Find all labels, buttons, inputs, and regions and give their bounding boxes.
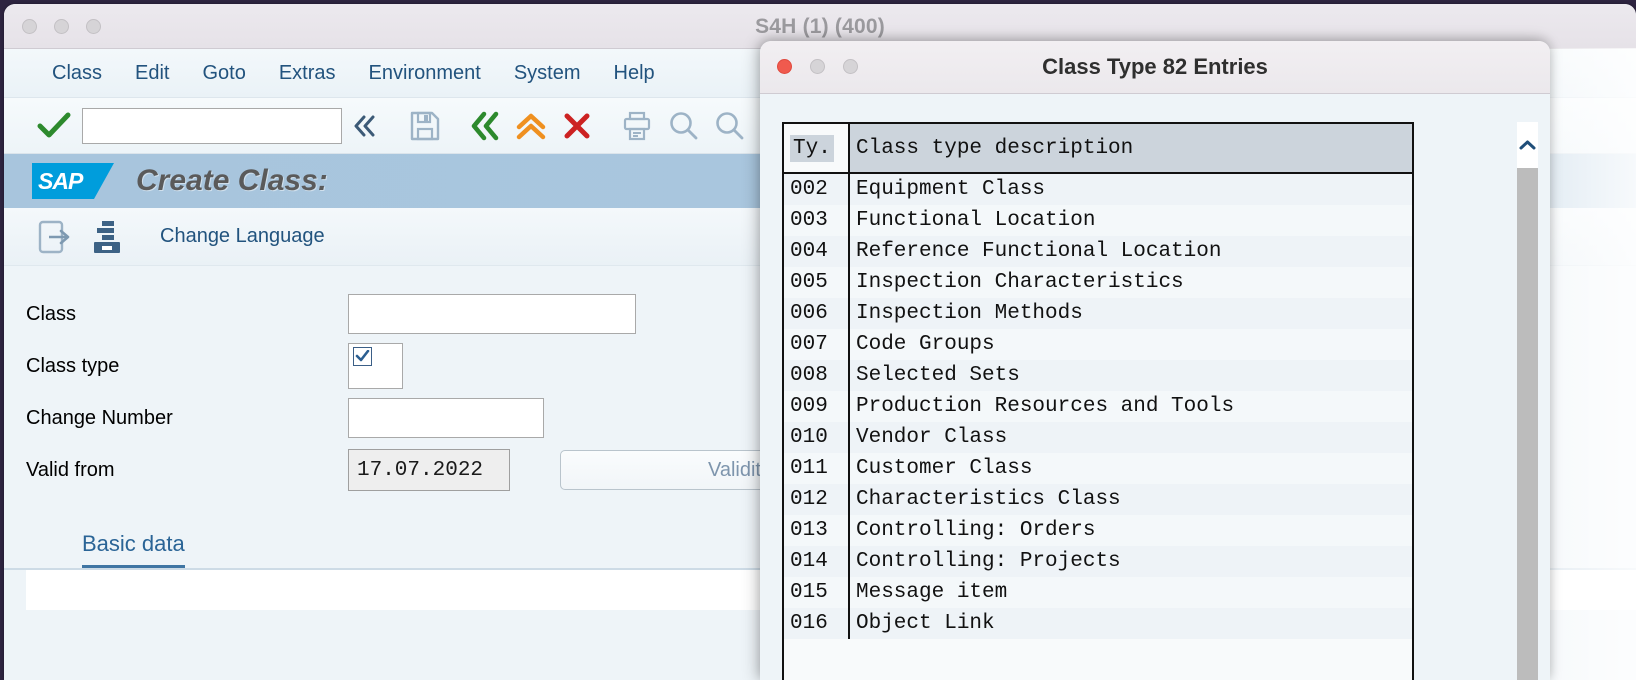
cell-ty: 016 bbox=[784, 608, 850, 639]
dialog-body: Ty. Class type description 002 Equipment … bbox=[760, 94, 1550, 680]
sap-logo: SAP bbox=[32, 163, 114, 199]
page-title: Create Class: bbox=[136, 164, 328, 197]
table-row[interactable]: 015 Message item bbox=[784, 577, 1412, 608]
change-number-input[interactable] bbox=[348, 398, 544, 438]
table-row[interactable]: 012 Characteristics Class bbox=[784, 484, 1412, 515]
cell-ty: 004 bbox=[784, 236, 850, 267]
menu-item-environment[interactable]: Environment bbox=[369, 62, 481, 85]
table-row[interactable]: 005 Inspection Characteristics bbox=[784, 267, 1412, 298]
table-body: 002 Equipment Class 003 Functional Locatio… bbox=[784, 173, 1412, 639]
cell-description: Customer Class bbox=[856, 457, 1033, 480]
menu-item-goto[interactable]: Goto bbox=[202, 62, 245, 85]
label-class: Class bbox=[26, 302, 77, 325]
sap-logo-text: SAP bbox=[38, 168, 83, 194]
table-row[interactable]: 011 Customer Class bbox=[784, 453, 1412, 484]
dialog-vertical-scrollbar[interactable] bbox=[1517, 122, 1538, 680]
table-row[interactable]: 008 Selected Sets bbox=[784, 360, 1412, 391]
other-class-icon[interactable] bbox=[26, 213, 80, 261]
class-type-table: Ty. Class type description 002 Equipment … bbox=[784, 124, 1412, 639]
table-row[interactable]: 002 Equipment Class bbox=[784, 173, 1412, 205]
exit-orange-icon[interactable] bbox=[508, 103, 554, 149]
chevron-up-icon[interactable] bbox=[1517, 122, 1538, 168]
column-header-ty[interactable]: Ty. bbox=[784, 124, 850, 173]
table-row[interactable]: 014 Controlling: Projects bbox=[784, 546, 1412, 577]
cell-ty: 006 bbox=[784, 298, 850, 329]
cell-description: Object Link bbox=[856, 612, 995, 635]
tab-basic-data[interactable]: Basic data bbox=[82, 531, 185, 570]
cell-description: Equipment Class bbox=[856, 178, 1046, 201]
dialog-title: Class Type 82 Entries bbox=[1042, 54, 1268, 79]
table-header: Ty. Class type description bbox=[784, 124, 1412, 173]
class-type-table-wrap: Ty. Class type description 002 Equipment … bbox=[782, 122, 1414, 680]
cell-ty: 007 bbox=[784, 329, 850, 360]
change-language-icon[interactable] bbox=[80, 213, 134, 261]
cell-ty: 015 bbox=[784, 577, 850, 608]
cell-description: Characteristics Class bbox=[856, 488, 1121, 511]
table-row[interactable]: 004 Reference Functional Location bbox=[784, 236, 1412, 267]
cell-description: Message item bbox=[856, 581, 1008, 604]
enter-check-icon[interactable] bbox=[34, 111, 74, 141]
class-input[interactable] bbox=[348, 294, 636, 334]
save-disk-icon[interactable] bbox=[402, 103, 448, 149]
menu-item-extras[interactable]: Extras bbox=[279, 62, 336, 85]
cell-description: Selected Sets bbox=[856, 364, 1020, 387]
cell-description: Controlling: Projects bbox=[856, 550, 1121, 573]
cell-ty: 010 bbox=[784, 422, 850, 453]
table-row[interactable]: 013 Controlling: Orders bbox=[784, 515, 1412, 546]
cell-description: Production Resources and Tools bbox=[856, 395, 1235, 418]
class-type-input[interactable] bbox=[348, 343, 403, 389]
dialog-titlebar[interactable]: Class Type 82 Entries bbox=[760, 41, 1550, 94]
cell-description: Reference Functional Location bbox=[856, 240, 1222, 263]
table-row[interactable]: 006 Inspection Methods bbox=[784, 298, 1412, 329]
checkbox-checked-icon[interactable] bbox=[353, 347, 372, 366]
table-row[interactable]: 007 Code Groups bbox=[784, 329, 1412, 360]
table-row[interactable]: 010 Vendor Class bbox=[784, 422, 1412, 453]
command-field[interactable] bbox=[82, 107, 342, 144]
menu-item-edit[interactable]: Edit bbox=[135, 62, 169, 85]
menu-item-system[interactable]: System bbox=[514, 62, 581, 85]
screen-root: S4H (1) (400) Class Edit Goto Extras Env… bbox=[0, 0, 1636, 680]
cell-ty: 014 bbox=[784, 546, 850, 577]
back-chevrons-icon[interactable] bbox=[342, 103, 388, 149]
find-next-icon[interactable] bbox=[706, 103, 752, 149]
table-row[interactable]: 016 Object Link bbox=[784, 608, 1412, 639]
cancel-red-icon[interactable] bbox=[554, 103, 600, 149]
cell-description: Controlling: Orders bbox=[856, 519, 1096, 542]
cell-description: Vendor Class bbox=[856, 426, 1008, 449]
print-icon[interactable] bbox=[614, 103, 660, 149]
cell-ty: 011 bbox=[784, 453, 850, 484]
cell-ty: 009 bbox=[784, 391, 850, 422]
validity-button[interactable]: Validity bbox=[560, 450, 784, 490]
column-header-description[interactable]: Class type description bbox=[849, 124, 1412, 173]
cell-ty: 012 bbox=[784, 484, 850, 515]
menu-item-help[interactable]: Help bbox=[614, 62, 655, 85]
back-green-icon[interactable] bbox=[462, 103, 508, 149]
label-change-number: Change Number bbox=[26, 406, 173, 429]
cell-ty: 013 bbox=[784, 515, 850, 546]
cell-ty: 002 bbox=[784, 173, 850, 205]
find-icon[interactable] bbox=[660, 103, 706, 149]
menu-item-class[interactable]: Class bbox=[52, 62, 102, 85]
change-language-link[interactable]: Change Language bbox=[160, 225, 325, 248]
label-class-type: Class type bbox=[26, 354, 120, 377]
label-valid-from: Valid from bbox=[26, 458, 115, 481]
class-type-entries-dialog: Class Type 82 Entries Ty. Class type des… bbox=[760, 41, 1550, 680]
cell-ty: 003 bbox=[784, 205, 850, 236]
table-row[interactable]: 009 Production Resources and Tools bbox=[784, 391, 1412, 422]
main-window-title: S4H (1) (400) bbox=[755, 15, 885, 38]
cell-description: Code Groups bbox=[856, 333, 995, 356]
cell-ty: 008 bbox=[784, 360, 850, 391]
scrollbar-thumb[interactable] bbox=[1517, 168, 1538, 680]
cell-description: Functional Location bbox=[856, 209, 1096, 232]
table-row[interactable]: 003 Functional Location bbox=[784, 205, 1412, 236]
cell-ty: 005 bbox=[784, 267, 850, 298]
table-header-row: Ty. Class type description bbox=[784, 124, 1412, 173]
cell-description: Inspection Methods bbox=[856, 302, 1083, 325]
valid-from-input[interactable]: 17.07.2022 bbox=[348, 449, 510, 491]
cell-description: Inspection Characteristics bbox=[856, 271, 1184, 294]
